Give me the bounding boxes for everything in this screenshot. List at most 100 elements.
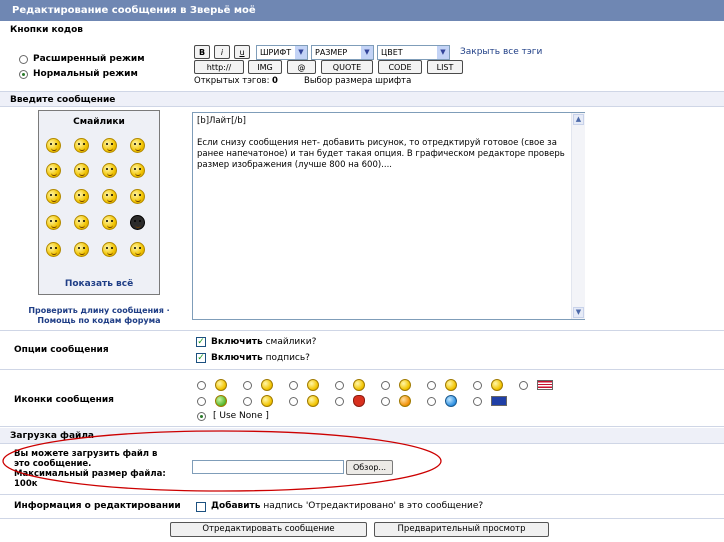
icon-row2-radio-4[interactable] [381,397,390,406]
show-all-link[interactable]: Показать всё [39,279,159,289]
edit-info-add-word: Добавить [211,501,261,511]
color-select-value: ЦВЕТ [381,48,403,57]
smiley-icon[interactable] [130,138,145,153]
use-none-label: [ Use None ] [213,411,269,421]
font-select[interactable]: ШРИФТ ▼ [256,45,308,60]
smilies-enable-word: Включить [211,337,263,347]
quote-button[interactable]: QUOTE [321,60,373,74]
smiley-icon[interactable] [46,215,61,230]
message-section-label: Введите сообщение [10,95,116,105]
message-links: Проверить длину сообщения · Помощь по ко… [26,306,172,326]
smiley-icon[interactable] [130,189,145,204]
smilies-checkbox[interactable]: ✓ [196,337,206,347]
heart-icon [353,395,365,407]
size-select[interactable]: РАЗМЕР ▼ [311,45,374,60]
smiley-icon[interactable] [46,163,61,178]
icon-row1-radio-0[interactable] [197,381,206,390]
smiley-icon[interactable] [74,215,89,230]
hint-text: Выбор размера шрифта [304,76,412,86]
icons-label: Иконки сообщения [14,395,114,405]
meh-icon [307,379,319,391]
icon-row2-radio-1[interactable] [243,397,252,406]
code-button[interactable]: CODE [378,60,422,74]
angry-icon [491,379,503,391]
smilies-option-rest: смайлики? [265,337,317,347]
signature-enable-word: Включить [211,353,263,363]
submit-edit-button[interactable]: Отредактировать сообщение [170,522,367,537]
italic-button[interactable]: i [214,45,230,59]
smile-icon [215,379,227,391]
edit-info-text: Добавить надпись 'Отредактировано' в это… [211,501,483,511]
smiley-icon[interactable] [102,215,117,230]
use-none-radio[interactable] [197,412,206,421]
signature-checkbox[interactable]: ✓ [196,353,206,363]
bold-button[interactable]: B [194,45,210,59]
icon-row1-radio-3[interactable] [335,381,344,390]
email-button[interactable]: @ [287,60,316,74]
smiley-icon[interactable] [74,138,89,153]
help-codes-link[interactable]: Помощь по кодам форума [37,316,160,325]
smilies-option-text: Включить смайлики? [211,337,316,347]
smiley-icon[interactable] [102,163,117,178]
icon-row1-radio-5[interactable] [427,381,436,390]
surprised-icon [399,379,411,391]
smiley-icon[interactable] [130,242,145,257]
open-tags-count: 0 [272,76,278,86]
icon-row1-radio-4[interactable] [381,381,390,390]
bullet-separator: · [166,306,170,315]
smilies-title: Смайлики [73,117,125,127]
smiley-icon[interactable] [74,163,89,178]
smiley-icon[interactable] [102,242,117,257]
list-button[interactable]: LIST [427,60,463,74]
happy-icon [445,379,457,391]
smiley-icon[interactable] [130,215,145,230]
underline-button[interactable]: u [234,45,250,59]
icon-row1-radio-7[interactable] [519,381,528,390]
icon-row2-radio-5[interactable] [427,397,436,406]
icon-row2-radio-2[interactable] [289,397,298,406]
smiley-icon[interactable] [74,242,89,257]
smiley-icon[interactable] [130,163,145,178]
mode-normal-radio[interactable] [19,70,28,79]
annotation-ellipse [2,430,442,492]
font-select-value: ШРИФТ [260,48,292,57]
icon-row1-radio-6[interactable] [473,381,482,390]
textarea-scrollbar[interactable]: ▲ ▼ [571,113,585,319]
signature-option-text: Включить подпись? [211,353,310,363]
close-all-tags-link[interactable]: Закрыть все тэги [460,47,542,57]
chevron-down-icon: ▼ [361,46,373,59]
window-title: Редактирование сообщения в Зверьё моё [0,0,724,21]
edit-info-label: Информация о редактировании [14,501,181,511]
preview-button[interactable]: Предварительный просмотр [374,522,549,537]
smiley-icon[interactable] [102,189,117,204]
smiley-icon[interactable] [46,189,61,204]
smiley-icon[interactable] [74,189,89,204]
arrow-icon [307,395,319,407]
smiley-icon[interactable] [46,242,61,257]
icon-row1-radio-2[interactable] [289,381,298,390]
icon-row1-radio-1[interactable] [243,381,252,390]
img-button[interactable]: IMG [248,60,282,74]
smiley-icon[interactable] [46,138,61,153]
mode-advanced-radio[interactable] [19,55,28,64]
color-select[interactable]: ЦВЕТ ▼ [377,45,450,60]
cool-icon [261,395,273,407]
chevron-down-icon: ▼ [295,46,307,59]
green-face-icon [215,395,227,407]
icon-row2-radio-0[interactable] [197,397,206,406]
icon-row2-radio-6[interactable] [473,397,482,406]
check-length-link[interactable]: Проверить длину сообщения [28,306,164,315]
scroll-up-icon[interactable]: ▲ [573,114,584,125]
question-icon [445,395,457,407]
scroll-down-icon[interactable]: ▼ [573,307,584,318]
signature-option-rest: подпись? [265,353,310,363]
codes-section-label: Кнопки кодов [10,25,83,35]
icon-row2-radio-3[interactable] [335,397,344,406]
edit-info-rest: надпись 'Отредактировано' в это сообщени… [263,501,484,511]
message-section-header: Введите сообщение [0,91,724,107]
message-textarea[interactable]: [b]Лайт[/b] Если снизу сообщения нет- до… [192,112,585,320]
url-button[interactable]: http:// [194,60,244,74]
edit-info-checkbox[interactable] [196,502,206,512]
smiley-icon[interactable] [102,138,117,153]
wink-icon [353,379,365,391]
